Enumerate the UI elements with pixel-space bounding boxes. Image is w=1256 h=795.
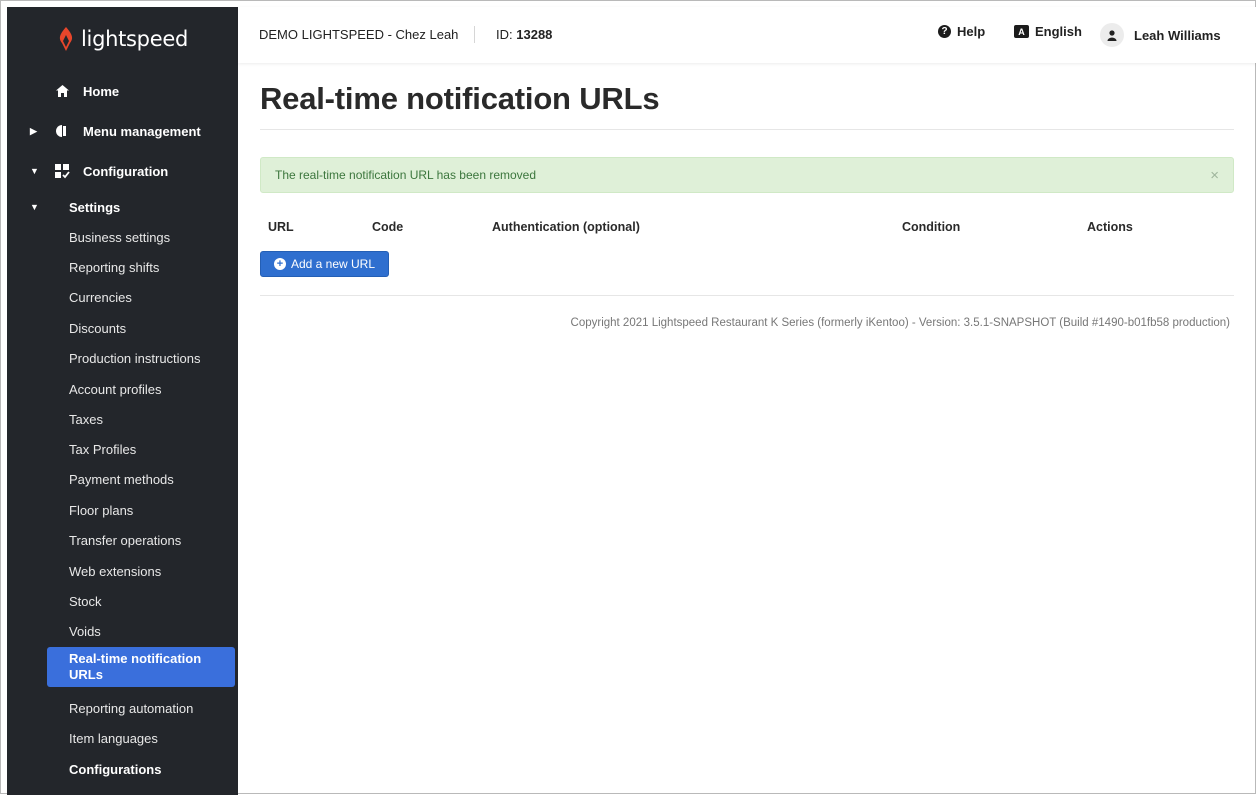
column-header-actions: Actions xyxy=(1087,220,1133,234)
caret-down-icon: ▼ xyxy=(30,166,39,176)
nav-settings[interactable]: ▼ Settings xyxy=(7,193,238,221)
language-icon: A xyxy=(1014,25,1029,38)
table-divider xyxy=(260,295,1234,296)
nav-home-label: Home xyxy=(83,83,120,99)
sidebar-item-discounts[interactable]: Discounts xyxy=(69,321,235,336)
nav-configuration-label: Configuration xyxy=(83,163,169,179)
sidebar-item-voids[interactable]: Voids xyxy=(69,624,235,639)
top-bar: DEMO LIGHTSPEED - Chez Leah ID: 13288 ? … xyxy=(238,7,1256,63)
nav-settings-label: Settings xyxy=(69,199,121,215)
user-name: Leah Williams xyxy=(1134,27,1221,43)
add-new-url-button[interactable]: + Add a new URL xyxy=(260,251,389,277)
close-icon[interactable]: × xyxy=(1210,167,1219,184)
app-window: lightspeed Home ▶ Menu management ▼ Conf… xyxy=(0,0,1256,795)
account-id-label: ID: xyxy=(496,27,513,42)
help-button[interactable]: ? Help xyxy=(938,24,985,39)
page-title: Real-time notification URLs xyxy=(260,81,660,116)
configuration-icon xyxy=(53,162,71,180)
language-label: English xyxy=(1035,24,1082,39)
flame-logo-icon xyxy=(59,27,73,51)
menu-management-icon xyxy=(53,122,71,140)
sidebar-item-currencies[interactable]: Currencies xyxy=(69,290,235,305)
divider xyxy=(474,26,475,43)
sidebar-item-tax-profiles[interactable]: Tax Profiles xyxy=(69,442,235,457)
sidebar-item-item-languages[interactable]: Item languages xyxy=(69,731,235,746)
copyright-footer: Copyright 2021 Lightspeed Restaurant K S… xyxy=(570,317,1230,329)
sidebar-item-account-profiles[interactable]: Account profiles xyxy=(69,382,235,397)
sidebar-item-reporting-automation[interactable]: Reporting automation xyxy=(69,701,235,716)
nav-configurations[interactable]: Configurations xyxy=(69,762,161,777)
help-label: Help xyxy=(957,24,986,39)
sidebar-item-reporting-shifts[interactable]: Reporting shifts xyxy=(69,260,235,275)
home-icon xyxy=(53,82,71,100)
lightspeed-logo[interactable]: lightspeed xyxy=(57,24,188,54)
plus-circle-icon: + xyxy=(273,258,286,270)
alert-message: The real-time notification URL has been … xyxy=(275,168,537,182)
sidebar-item-taxes[interactable]: Taxes xyxy=(69,412,235,427)
nav-menu-management[interactable]: ▶ Menu management xyxy=(7,117,238,145)
nav-configuration[interactable]: ▼ Configuration xyxy=(7,157,238,185)
user-menu[interactable]: Leah Williams xyxy=(1100,23,1221,47)
sidebar: lightspeed Home ▶ Menu management ▼ Conf… xyxy=(7,7,238,795)
sidebar-item-web-extensions[interactable]: Web extensions xyxy=(69,564,235,579)
sidebar-item-floor-plans[interactable]: Floor plans xyxy=(69,503,235,518)
column-header-url: URL xyxy=(268,220,294,234)
success-alert: The real-time notification URL has been … xyxy=(260,157,1234,193)
user-avatar-icon xyxy=(1100,23,1124,47)
question-circle-icon: ? xyxy=(938,25,951,38)
column-header-authentication: Authentication (optional) xyxy=(492,220,640,234)
brand-name: lightspeed xyxy=(81,27,188,51)
nav-menu-management-label: Menu management xyxy=(83,123,201,139)
sidebar-item-production-instructions[interactable]: Production instructions xyxy=(69,351,235,366)
column-header-condition: Condition xyxy=(902,220,961,234)
column-header-code: Code xyxy=(372,220,404,234)
sidebar-item-realtime-notification-urls[interactable]: Real-time notification URLs xyxy=(47,647,235,687)
nav-home[interactable]: Home xyxy=(7,77,238,105)
sidebar-item-business-settings[interactable]: Business settings xyxy=(69,230,235,245)
caret-right-icon: ▶ xyxy=(30,125,37,136)
caret-down-icon: ▼ xyxy=(30,202,39,212)
account-id: ID: 13288 xyxy=(496,27,552,42)
sidebar-item-transfer-operations[interactable]: Transfer operations xyxy=(69,533,235,548)
title-divider xyxy=(260,129,1234,130)
account-name[interactable]: DEMO LIGHTSPEED - Chez Leah xyxy=(259,27,458,42)
account-id-value: 13288 xyxy=(516,27,553,42)
sidebar-item-stock[interactable]: Stock xyxy=(69,594,235,609)
sidebar-item-payment-methods[interactable]: Payment methods xyxy=(69,472,235,487)
language-selector[interactable]: A English xyxy=(1014,24,1082,39)
add-new-url-label: Add a new URL xyxy=(290,257,376,271)
